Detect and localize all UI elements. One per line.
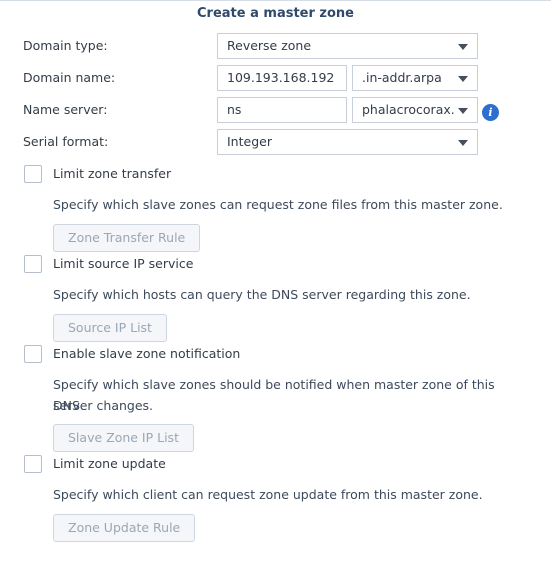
slave-zone-notification-checkbox[interactable] bbox=[24, 345, 42, 363]
dialog-title: Create a master zone bbox=[0, 0, 551, 27]
serial-format-value: Integer bbox=[227, 134, 272, 149]
slave-zone-ip-list-button[interactable]: Slave Zone IP List bbox=[53, 424, 194, 452]
name-server-domain-select[interactable]: phalacrocorax. bbox=[352, 97, 478, 123]
limit-zone-update-description: Specify which client can request zone up… bbox=[53, 487, 483, 502]
serial-format-select[interactable]: Integer bbox=[217, 129, 478, 155]
chevron-down-icon bbox=[458, 108, 468, 114]
zone-transfer-rule-button[interactable]: Zone Transfer Rule bbox=[53, 224, 201, 252]
chevron-down-icon bbox=[458, 44, 468, 50]
name-server-domain-value: phalacrocorax. bbox=[362, 102, 455, 117]
domain-suffix-select[interactable]: .in-addr.arpa bbox=[352, 65, 478, 91]
limit-zone-update-label[interactable]: Limit zone update bbox=[53, 455, 166, 473]
domain-name-label: Domain name: bbox=[23, 70, 116, 85]
slave-zone-notification-label[interactable]: Enable slave zone notification bbox=[53, 345, 240, 363]
name-server-label: Name server: bbox=[23, 102, 108, 117]
limit-source-ip-checkbox[interactable] bbox=[24, 255, 42, 273]
domain-type-label: Domain type: bbox=[23, 38, 108, 53]
domain-type-value: Reverse zone bbox=[227, 38, 312, 53]
serial-format-label: Serial format: bbox=[23, 134, 109, 149]
domain-name-input[interactable]: 109.193.168.192 bbox=[217, 65, 347, 91]
limit-source-ip-label[interactable]: Limit source IP service bbox=[53, 255, 193, 273]
slave-zone-notification-description-line2: server changes. bbox=[53, 398, 154, 413]
chevron-down-icon bbox=[458, 76, 468, 82]
limit-zone-transfer-description: Specify which slave zones can request zo… bbox=[53, 197, 503, 212]
info-icon[interactable]: i bbox=[482, 104, 499, 121]
limit-zone-transfer-label[interactable]: Limit zone transfer bbox=[53, 165, 171, 183]
name-server-input[interactable]: ns bbox=[217, 97, 347, 123]
domain-suffix-value: .in-addr.arpa bbox=[362, 70, 442, 85]
chevron-down-icon bbox=[458, 140, 468, 146]
zone-update-rule-button[interactable]: Zone Update Rule bbox=[53, 514, 196, 542]
source-ip-list-button[interactable]: Source IP List bbox=[53, 314, 167, 342]
domain-type-select[interactable]: Reverse zone bbox=[217, 33, 478, 59]
limit-zone-transfer-checkbox[interactable] bbox=[24, 165, 42, 183]
limit-zone-update-checkbox[interactable] bbox=[24, 455, 42, 473]
limit-source-ip-description: Specify which hosts can query the DNS se… bbox=[53, 287, 471, 302]
